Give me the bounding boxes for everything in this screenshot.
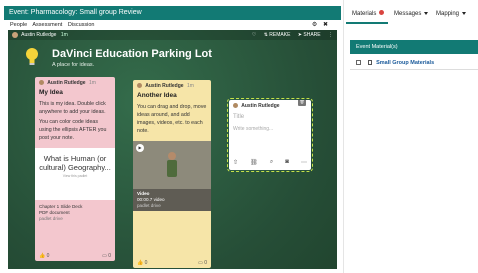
tab-mapping-label: Mapping	[436, 11, 460, 17]
chevron-down-icon	[462, 11, 467, 15]
post-time: 1m	[186, 83, 194, 89]
avatar	[39, 80, 44, 86]
play-icon[interactable]: ▶	[136, 144, 144, 152]
event-tools: ⚙ ✖	[312, 20, 332, 30]
video-attachment[interactable]: ▶	[133, 141, 211, 189]
event-title: Event: Pharmacology: Small group Review	[9, 9, 142, 16]
material-link[interactable]: Small Group Materials	[376, 60, 434, 66]
comment-icon: ▭	[102, 253, 107, 259]
chevron-down-icon	[424, 11, 429, 15]
tab-materials[interactable]: Materials	[352, 10, 384, 17]
like-action-button[interactable]: ♡	[252, 32, 256, 38]
comment-count: 0	[204, 260, 207, 266]
comment-icon: ▭	[198, 260, 203, 266]
material-checkbox[interactable]	[356, 60, 361, 66]
post-body-text: This is my idea. Double click anywhere t…	[39, 101, 106, 115]
panel-divider	[343, 0, 344, 273]
post-author-name: Austin Rutledge	[47, 80, 86, 86]
video-meta: Video 00:00.7 video padlet drive	[133, 189, 211, 211]
more-icon[interactable]: ⋯	[301, 159, 307, 166]
document-icon	[367, 60, 372, 66]
app-root: Event: Pharmacology: Small group Review …	[0, 0, 478, 273]
post-title: My Idea	[39, 89, 63, 96]
post-author: Austin Rutledge 1m	[35, 77, 115, 87]
more-icon[interactable]: ⋮	[328, 32, 333, 38]
comment-count-wrap[interactable]: ▭ 0	[198, 258, 207, 268]
pdf-attachment-preview[interactable]: What is Human (or cultural) Geography...…	[35, 148, 115, 200]
comment-count: 0	[108, 253, 111, 259]
material-item[interactable]: Small Group Materials	[350, 56, 478, 70]
composer-toolbar: ⇧ ⛓ ⌕ ◙ ⋯	[233, 159, 307, 166]
link-icon[interactable]: ⛓	[250, 159, 258, 166]
right-tabs: Materials Messages Mapping	[346, 8, 478, 22]
board-time: 1m	[60, 32, 68, 38]
thumbs-up-icon[interactable]: 👍	[39, 253, 45, 259]
tab-messages[interactable]: Messages	[394, 11, 429, 17]
search-icon[interactable]: ⌕	[270, 159, 273, 166]
subnav-assessment[interactable]: Assessment	[32, 22, 62, 28]
event-title-bar: Event: Pharmacology: Small group Review	[4, 6, 341, 20]
subnav-people[interactable]: People	[10, 22, 27, 28]
event-subnav: People Assessment Discussion ⚙ ✖	[4, 20, 341, 30]
post-time: 1m	[88, 80, 96, 86]
like-count: 0	[144, 260, 148, 266]
tab-mapping[interactable]: Mapping	[436, 11, 467, 17]
close-icon[interactable]: ✖	[323, 22, 328, 28]
post-card-another-idea[interactable]: Austin Rutledge 1m Another Idea You can …	[133, 80, 211, 268]
board-topbar: Austin Rutledge 1m ♡ ⇅ REMAKE ➤ SHARE ⋮	[8, 30, 337, 40]
active-tab-indicator	[346, 22, 388, 24]
video-source: padlet drive	[137, 203, 161, 208]
post-body-text-2: You can color code ideas using the ellip…	[39, 119, 107, 141]
settings-icon[interactable]: ⚙	[312, 22, 317, 28]
board-title: DaVinci Education Parking Lot	[52, 48, 212, 60]
post-footer: 👍 0 ▭ 0	[133, 258, 211, 268]
post-body: You can drag and drop, move ideas around…	[137, 104, 207, 134]
padlet-board: Austin Rutledge 1m ♡ ⇅ REMAKE ➤ SHARE ⋮ …	[8, 30, 337, 269]
board-author: Austin Rutledge	[21, 32, 57, 38]
pdf-source: padlet drive	[39, 216, 63, 221]
lightbulb-icon	[26, 48, 38, 65]
like-count: 0	[46, 253, 50, 259]
new-post-composer[interactable]: 🗑 Austin Rutledge Title Write something.…	[227, 98, 313, 172]
avatar	[137, 83, 142, 89]
notification-badge	[379, 10, 384, 15]
pdf-meta: Chapter 1 Slide Deck PDF document padlet…	[35, 200, 115, 222]
tab-materials-label: Materials	[352, 11, 377, 17]
board-subtitle: A place for ideas.	[52, 62, 95, 68]
title-input[interactable]: Title	[229, 110, 311, 120]
upload-icon[interactable]: ⇧	[233, 159, 238, 166]
post-title: Another Idea	[137, 92, 177, 99]
avatar	[12, 31, 18, 38]
post-card-my-idea[interactable]: Austin Rutledge 1m My Idea This is my id…	[35, 77, 115, 261]
post-author-name: Austin Rutledge	[241, 103, 280, 109]
thumbs-up-icon[interactable]: 👍	[137, 260, 143, 266]
trash-icon[interactable]: 🗑	[298, 100, 306, 106]
avatar	[233, 103, 238, 109]
post-footer: 👍 0 ▭ 0	[35, 251, 115, 261]
remake-button[interactable]: ⇅ REMAKE	[264, 32, 291, 38]
body-input[interactable]: Write something...	[229, 120, 311, 132]
materials-header: Event Material(s)	[350, 40, 478, 54]
share-button[interactable]: ➤ SHARE	[298, 32, 321, 38]
post-author-name: Austin Rutledge	[145, 83, 184, 89]
pdf-preview-title: What is Human (or cultural) Geography...	[39, 154, 111, 172]
person-thumbnail-icon	[167, 152, 177, 177]
comment-count-wrap[interactable]: ▭ 0	[102, 251, 111, 261]
post-body: This is my idea. Double click anywhere t…	[35, 98, 115, 144]
post-author: Austin Rutledge 1m	[133, 80, 211, 90]
tab-messages-label: Messages	[394, 11, 422, 17]
camera-icon[interactable]: ◙	[285, 159, 289, 166]
board-actions: ♡ ⇅ REMAKE ➤ SHARE ⋮	[246, 30, 333, 40]
subnav-discussion[interactable]: Discussion	[68, 22, 95, 28]
pdf-preview-sub: View this padlet	[62, 174, 88, 178]
